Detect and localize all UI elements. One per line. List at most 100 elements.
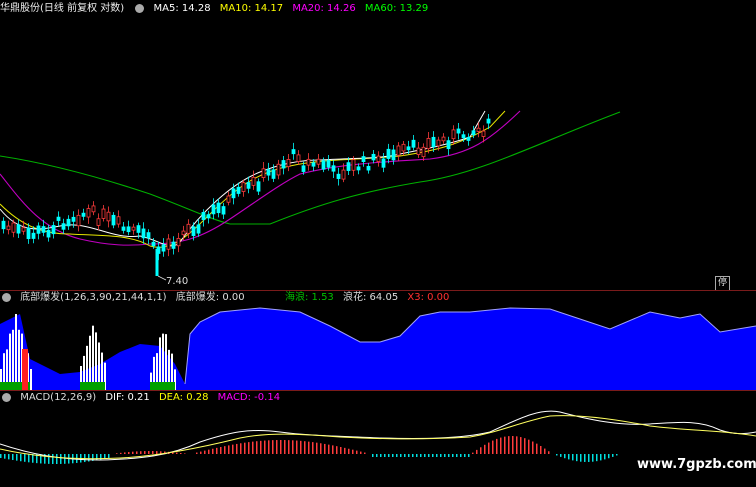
macd-bar: [532, 441, 534, 454]
ma20-label: MA20: 14.26: [292, 3, 356, 14]
macd-bar: [548, 451, 550, 454]
candle: [331, 160, 336, 179]
candle: [371, 150, 376, 164]
macd-bar: [496, 438, 498, 454]
macd-bar: [480, 447, 482, 454]
candle: [1, 217, 6, 234]
macd-bar: [252, 441, 254, 454]
macd-bar: [376, 454, 378, 457]
sea-area: [0, 308, 756, 390]
candle: [16, 219, 21, 239]
candle: [56, 211, 61, 227]
dif-line: [0, 410, 756, 461]
ma60-label: MA60: 13.29: [364, 3, 429, 14]
macd-bar: [400, 454, 402, 457]
macd-bar: [284, 440, 286, 454]
macd-bar: [380, 454, 382, 457]
macd-bar: [568, 454, 570, 460]
candle: [286, 153, 291, 172]
macd-bar: [240, 443, 242, 454]
macd-bar: [420, 454, 422, 457]
macd-bar: [484, 444, 486, 454]
macd-bar: [428, 454, 430, 457]
candle: [121, 222, 126, 234]
macd-bar: [612, 454, 614, 457]
macd-bar: [456, 454, 458, 457]
macd-bar: [180, 452, 182, 454]
macd-bar: [512, 436, 514, 454]
macd-dot-icon[interactable]: [2, 392, 11, 402]
macd-bar: [60, 454, 62, 464]
settings-dot-icon[interactable]: [135, 3, 145, 13]
macd-bar: [176, 452, 178, 454]
dea-line: [0, 415, 756, 460]
macd-bar: [96, 454, 98, 461]
macd-bar: [396, 454, 398, 457]
candle: [86, 204, 91, 224]
macd-bar: [116, 453, 118, 454]
macd-bar: [8, 454, 10, 460]
macd-bar: [524, 438, 526, 454]
indicator-dot-icon[interactable]: [2, 292, 11, 302]
green-base: [150, 382, 175, 390]
macd-bar: [128, 452, 130, 454]
spike-bar: [95, 332, 97, 390]
macd-bar: [56, 454, 58, 464]
macd-bar: [544, 448, 546, 454]
candle: [276, 159, 281, 180]
ma5-label: MA5: 14.28: [153, 3, 211, 14]
macd-bar: [444, 454, 446, 457]
macd-bar: [272, 440, 274, 454]
candle: [111, 212, 116, 229]
x3-bar: [22, 349, 28, 390]
ma10-label: MA10: 14.17: [219, 3, 284, 14]
macd-bar: [308, 441, 310, 454]
macd-bar: [332, 445, 334, 454]
macd-bar: [560, 454, 562, 457]
macd-title[interactable]: MACD(12,26,9): [20, 392, 96, 403]
pin-button[interactable]: 停: [715, 276, 730, 291]
macd-bar: [328, 444, 330, 454]
candle: [366, 163, 371, 174]
candle: [166, 234, 171, 257]
candlestick-chart[interactable]: 7.40: [0, 14, 756, 290]
indicator-chart[interactable]: [0, 304, 756, 390]
candle: [246, 176, 251, 194]
macd-bar: [12, 454, 14, 461]
candle: [251, 170, 256, 190]
spike-bar: [89, 335, 91, 390]
spike-bar: [18, 329, 20, 390]
macd-bar: [584, 454, 586, 462]
macd-bar: [212, 448, 214, 454]
stock-title[interactable]: 华鼎股份(日线 前复权 对数): [0, 3, 124, 14]
macd-bar: [472, 452, 474, 454]
macd-bar: [596, 454, 598, 462]
candle: [26, 223, 31, 244]
macd-bar: [416, 454, 418, 457]
macd-bar: [388, 454, 390, 457]
macd-bar: [288, 440, 290, 454]
macd-bar: [244, 442, 246, 454]
macd-chart[interactable]: [0, 404, 756, 487]
indicator-title[interactable]: 底部爆发(1,26,3,90,21,44,1,1): [20, 292, 166, 303]
candle: [176, 232, 181, 253]
hailang-label: 海浪: 1.53: [284, 292, 334, 303]
candle: [76, 209, 81, 232]
macd-bar: [84, 454, 86, 463]
spike-bar: [165, 334, 167, 390]
macd-bar: [280, 440, 282, 454]
candle: [61, 218, 66, 235]
candle: [386, 143, 391, 164]
macd-bar: [156, 451, 158, 454]
macd-bar: [320, 443, 322, 454]
macd-bar: [504, 436, 506, 454]
candle: [91, 201, 96, 216]
macd-bar: [136, 451, 138, 454]
ma5-line: [0, 110, 486, 247]
macd-header: MACD(12,26,9) DIF: 0.21 DEA: 0.28 MACD: …: [0, 391, 286, 405]
macd-bar: [348, 448, 350, 454]
macd-bar: [404, 454, 406, 457]
candle: [171, 236, 176, 255]
macd-bar: [236, 443, 238, 454]
macd-bar: [432, 454, 434, 457]
